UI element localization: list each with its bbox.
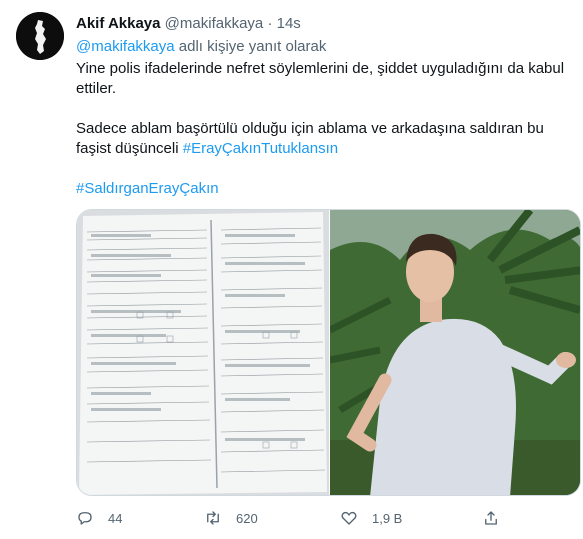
retweet-button[interactable]: 620 bbox=[204, 506, 258, 530]
tweet-paragraph-1: Yine polis ifadelerinde nefret söylemler… bbox=[76, 60, 565, 97]
police-statement-document-photo[interactable] bbox=[77, 210, 329, 495]
document-illustration bbox=[77, 210, 329, 495]
retweet-count: 620 bbox=[236, 510, 258, 526]
tweet-header: Akif Akkaya @makifakkaya · 14s bbox=[76, 14, 301, 34]
separator-dot: · bbox=[267, 15, 273, 32]
tweet-actions: 44 620 1,9 B bbox=[76, 506, 497, 530]
reply-button[interactable]: 44 bbox=[76, 506, 122, 530]
avatar-map-image bbox=[16, 12, 64, 60]
reply-count: 44 bbox=[108, 510, 123, 526]
share-icon bbox=[485, 511, 497, 525]
avatar[interactable] bbox=[16, 12, 64, 60]
tweet-timestamp[interactable]: 14s bbox=[277, 15, 301, 32]
author-handle[interactable]: @makifakkaya bbox=[165, 15, 264, 32]
reply-context: @makifakkaya adlı kişiye yanıt olarak bbox=[76, 37, 326, 57]
author-name[interactable]: Akif Akkaya bbox=[76, 15, 161, 32]
photo-illustration bbox=[330, 210, 580, 495]
like-button[interactable]: 1,9 B bbox=[340, 506, 402, 530]
like-icon bbox=[341, 511, 357, 525]
tweet-paragraph-3: #SaldırganErayÇakın bbox=[76, 179, 566, 199]
tweet-text: Yine polis ifadelerinde nefret söylemler… bbox=[76, 59, 566, 199]
man-in-white-tshirt-gesturing-photo[interactable] bbox=[330, 210, 580, 495]
media-grid bbox=[76, 209, 581, 496]
hashtag-eray-cakin-tutuklansin[interactable]: #ErayÇakınTutuklansın bbox=[183, 140, 338, 157]
retweet-icon bbox=[207, 511, 219, 525]
tweet-paragraph-2: Sadece ablam başörtülü olduğu için ablam… bbox=[76, 119, 566, 159]
reply-suffix: adlı kişiye yanıt olarak bbox=[174, 38, 327, 55]
hashtag-saldirgan-eray-cakin[interactable]: #SaldırganErayÇakın bbox=[76, 180, 219, 197]
reply-icon bbox=[78, 512, 92, 525]
like-count: 1,9 B bbox=[372, 510, 403, 526]
reply-mention-link[interactable]: @makifakkaya bbox=[76, 38, 175, 55]
share-button[interactable] bbox=[482, 506, 500, 530]
